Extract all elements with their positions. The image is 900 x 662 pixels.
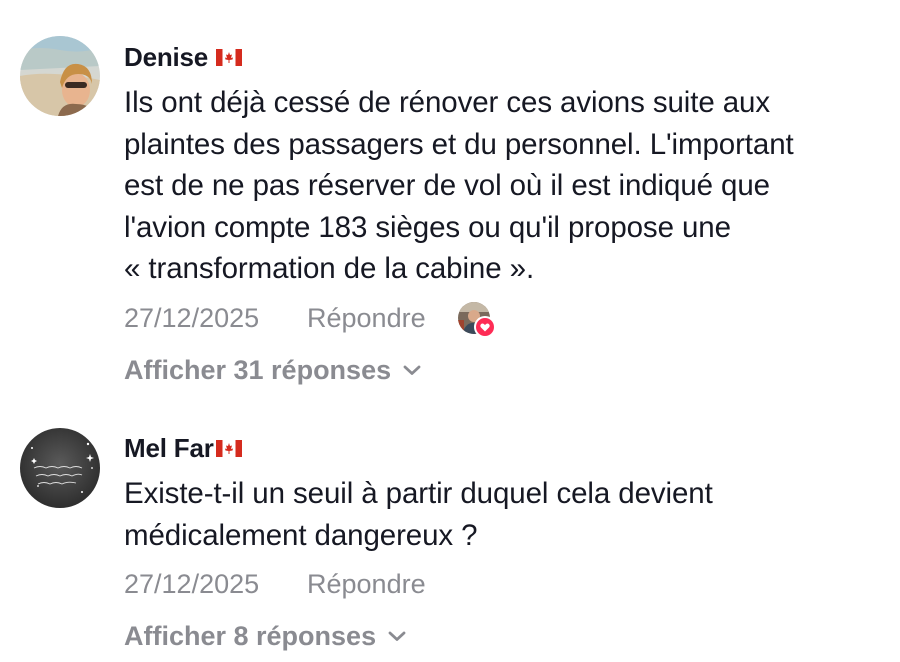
- comment-date: 27/12/2025: [124, 568, 260, 599]
- username-row: Mel Far: [124, 433, 890, 463]
- username[interactable]: Mel Far: [124, 433, 214, 464]
- chevron-down-icon: [388, 631, 406, 641]
- comment-text-line: Existe-t-il un seuil à partir duquel cel…: [124, 477, 713, 510]
- avatar[interactable]: [20, 428, 100, 508]
- view-replies-row: Afficher 8 réponses: [124, 618, 890, 654]
- view-replies-button[interactable]: Afficher 8 réponses: [124, 618, 890, 654]
- comment-meta-row: 27/12/2025 Répondre: [124, 566, 890, 602]
- comment-text-line: est de ne pas réserver de vol où il est …: [124, 169, 770, 202]
- view-replies-button[interactable]: Afficher 31 réponses: [124, 352, 890, 388]
- comment-text: Existe-t-il un seuil à partir duquel cel…: [124, 473, 890, 556]
- comment-text-line: plaintes des passagers et du personnel. …: [124, 127, 794, 161]
- comment-text: Ils ont déjà cessé de rénover ces avions…: [124, 82, 890, 290]
- reply-button[interactable]: Répondre: [307, 569, 426, 600]
- comment-body: Denise Ils ont déjà cessé de rénover ces…: [124, 42, 890, 290]
- comment-text-line: « transformation de la cabine ».: [124, 252, 535, 285]
- comment-date: 27/12/2025: [124, 302, 260, 333]
- comment-text-line: médicalement dangereux ?: [124, 518, 478, 552]
- creator-liked-indicator: [457, 302, 496, 338]
- view-replies-row: Afficher 31 réponses: [124, 352, 890, 388]
- comment-text-line: l'avion compte 183 sièges ou qu'il propo…: [124, 210, 731, 244]
- heart-icon: [473, 316, 496, 338]
- view-replies-label: Afficher 8 réponses: [124, 620, 377, 651]
- chevron-down-icon: [403, 365, 421, 375]
- username-row: Denise: [124, 42, 890, 72]
- view-replies-label: Afficher 31 réponses: [124, 354, 392, 385]
- comment-meta-row: 27/12/2025 Répondre: [124, 300, 890, 338]
- canada-flag-icon: [216, 48, 243, 66]
- reply-button[interactable]: Répondre: [307, 303, 426, 334]
- comment-text-line: Ils ont déjà cessé de rénover ces avions…: [124, 86, 771, 119]
- username[interactable]: Denise: [124, 42, 208, 73]
- comment-body: Mel Far Existe-t-il un seuil à partir du…: [124, 433, 890, 556]
- canada-flag-icon: [215, 439, 242, 457]
- avatar[interactable]: [20, 36, 100, 116]
